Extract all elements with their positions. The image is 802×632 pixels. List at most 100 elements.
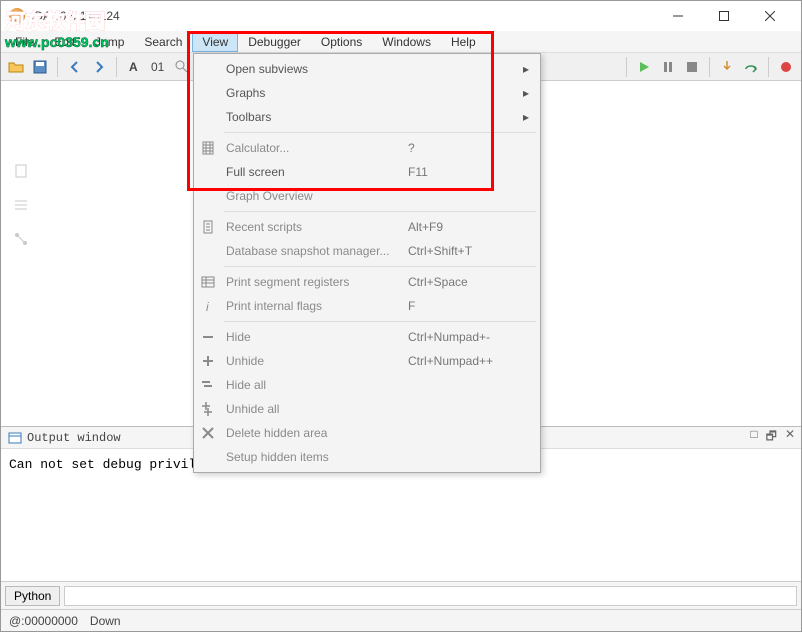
menu-item-label: Open subviews — [222, 62, 408, 76]
menu-separator — [224, 266, 536, 267]
menu-item-shortcut: F — [408, 299, 518, 313]
menu-item-unhide: UnhideCtrl+Numpad++ — [194, 349, 540, 373]
menu-item-label: Calculator... — [222, 141, 408, 155]
plus-icon — [194, 353, 222, 369]
menu-item-shortcut: F11 — [408, 165, 518, 179]
menu-debugger[interactable]: Debugger — [238, 32, 311, 52]
menu-item-label: Unhide — [222, 354, 408, 368]
status-address: @:00000000 — [9, 614, 78, 628]
plus-all-icon — [194, 401, 222, 417]
menu-item-graphs[interactable]: Graphs ▸ — [194, 81, 540, 105]
menu-item-label: Toolbars — [222, 110, 408, 124]
toolbar-separator — [57, 57, 58, 77]
menu-item-label: Hide all — [222, 378, 408, 392]
output-close-button[interactable]: ✕ — [785, 427, 795, 448]
menu-item-label: Full screen — [222, 165, 408, 179]
menu-item-shortcut: Ctrl+Numpad+- — [408, 330, 518, 344]
menu-item-setup-hidden-items: Setup hidden items — [194, 445, 540, 469]
menu-item-hide: HideCtrl+Numpad+- — [194, 325, 540, 349]
menu-item-label: Print segment registers — [222, 275, 408, 289]
menu-item-recent-scripts: Recent scriptsAlt+F9 — [194, 215, 540, 239]
menu-item-shortcut: Ctrl+Space — [408, 275, 518, 289]
binary-button[interactable]: 01 — [147, 56, 169, 78]
menu-item-print-segment-registers: Print segment registersCtrl+Space — [194, 270, 540, 294]
menu-item-label: Print internal flags — [222, 299, 408, 313]
menu-item-label: Graph Overview — [222, 189, 408, 203]
open-button[interactable] — [5, 56, 27, 78]
back-button[interactable] — [64, 56, 86, 78]
menu-item-full-screen[interactable]: Full screenF11 — [194, 160, 540, 184]
menu-item-toolbars[interactable]: Toolbars ▸ — [194, 105, 540, 129]
svg-text:i: i — [206, 300, 209, 314]
menu-view[interactable]: View — [192, 32, 238, 52]
toolbar-separator — [709, 57, 710, 77]
python-button[interactable]: Python — [5, 586, 60, 606]
menu-item-hide-all: Hide all — [194, 373, 540, 397]
menu-jump[interactable]: Jump — [85, 32, 134, 52]
side-tool-strip — [9, 163, 33, 247]
menu-item-label: Recent scripts — [222, 220, 408, 234]
text-button[interactable]: A — [123, 56, 145, 78]
doc-icon — [13, 163, 29, 179]
submenu-arrow-icon: ▸ — [518, 86, 534, 100]
menu-item-open-subviews[interactable]: Open subviews ▸ — [194, 57, 540, 81]
step-into-button[interactable] — [716, 56, 738, 78]
status-state: Down — [90, 614, 121, 628]
pause-button[interactable] — [657, 56, 679, 78]
command-input[interactable] — [64, 586, 797, 606]
view-menu-dropdown: Open subviews ▸ Graphs ▸ Toolbars ▸ Calculator… — [193, 53, 541, 473]
menu-file[interactable]: File — [5, 32, 44, 52]
menu-item-label: Delete hidden area — [222, 426, 408, 440]
step-over-button[interactable] — [740, 56, 762, 78]
menu-item-label: Setup hidden items — [222, 450, 408, 464]
output-restore-button[interactable]: □ — [750, 427, 757, 448]
toolbar-separator — [626, 57, 627, 77]
menu-item-shortcut: Ctrl+Shift+T — [408, 244, 518, 258]
submenu-arrow-icon: ▸ — [518, 110, 534, 124]
menu-item-label: Database snapshot manager... — [222, 244, 408, 258]
app-icon — [9, 8, 25, 24]
menu-item-shortcut: ? — [408, 141, 518, 155]
run-button[interactable] — [633, 56, 655, 78]
maximize-button[interactable] — [701, 1, 747, 31]
command-row: Python — [1, 581, 801, 609]
menu-item-shortcut: Ctrl+Numpad++ — [408, 354, 518, 368]
search-next-button[interactable] — [171, 56, 193, 78]
menu-edit[interactable]: Edit — [44, 32, 85, 52]
menu-item-print-internal-flags: i Print internal flagsF — [194, 294, 540, 318]
output-icon — [7, 430, 23, 446]
menu-item-label: Hide — [222, 330, 408, 344]
submenu-arrow-icon: ▸ — [518, 62, 534, 76]
titlebar: IDA v6.5.140124 — [1, 1, 801, 31]
calculator-icon — [194, 140, 222, 156]
output-pin-button[interactable]: 🗗 — [766, 427, 777, 448]
script-icon — [194, 219, 222, 235]
minimize-button[interactable] — [655, 1, 701, 31]
menu-separator — [224, 321, 536, 322]
stop-button[interactable] — [681, 56, 703, 78]
menu-item-label: Unhide all — [222, 402, 408, 416]
window-title: IDA v6.5.140124 — [31, 9, 655, 23]
info-icon: i — [194, 298, 222, 314]
menu-windows[interactable]: Windows — [372, 32, 441, 52]
menu-item-delete-hidden-area: Delete hidden area — [194, 421, 540, 445]
menu-search[interactable]: Search — [134, 32, 192, 52]
registers-icon — [194, 274, 222, 290]
delete-icon — [194, 425, 222, 441]
menu-options[interactable]: Options — [311, 32, 372, 52]
svg-text:A: A — [129, 60, 138, 74]
svg-text:01: 01 — [151, 60, 165, 74]
menu-item-database-snapshot-manager: Database snapshot manager...Ctrl+Shift+T — [194, 239, 540, 263]
menu-item-label: Graphs — [222, 86, 408, 100]
menu-help[interactable]: Help — [441, 32, 486, 52]
menu-separator — [224, 132, 536, 133]
forward-button[interactable] — [88, 56, 110, 78]
menubar: FileEditJumpSearchViewDebuggerOptionsWin… — [1, 31, 801, 53]
toolbar-separator — [768, 57, 769, 77]
breakpoints-button[interactable] — [775, 56, 797, 78]
toolbar-separator — [116, 57, 117, 77]
close-button[interactable] — [747, 1, 793, 31]
menu-item-unhide-all: Unhide all — [194, 397, 540, 421]
bars-icon — [13, 197, 29, 213]
save-button[interactable] — [29, 56, 51, 78]
